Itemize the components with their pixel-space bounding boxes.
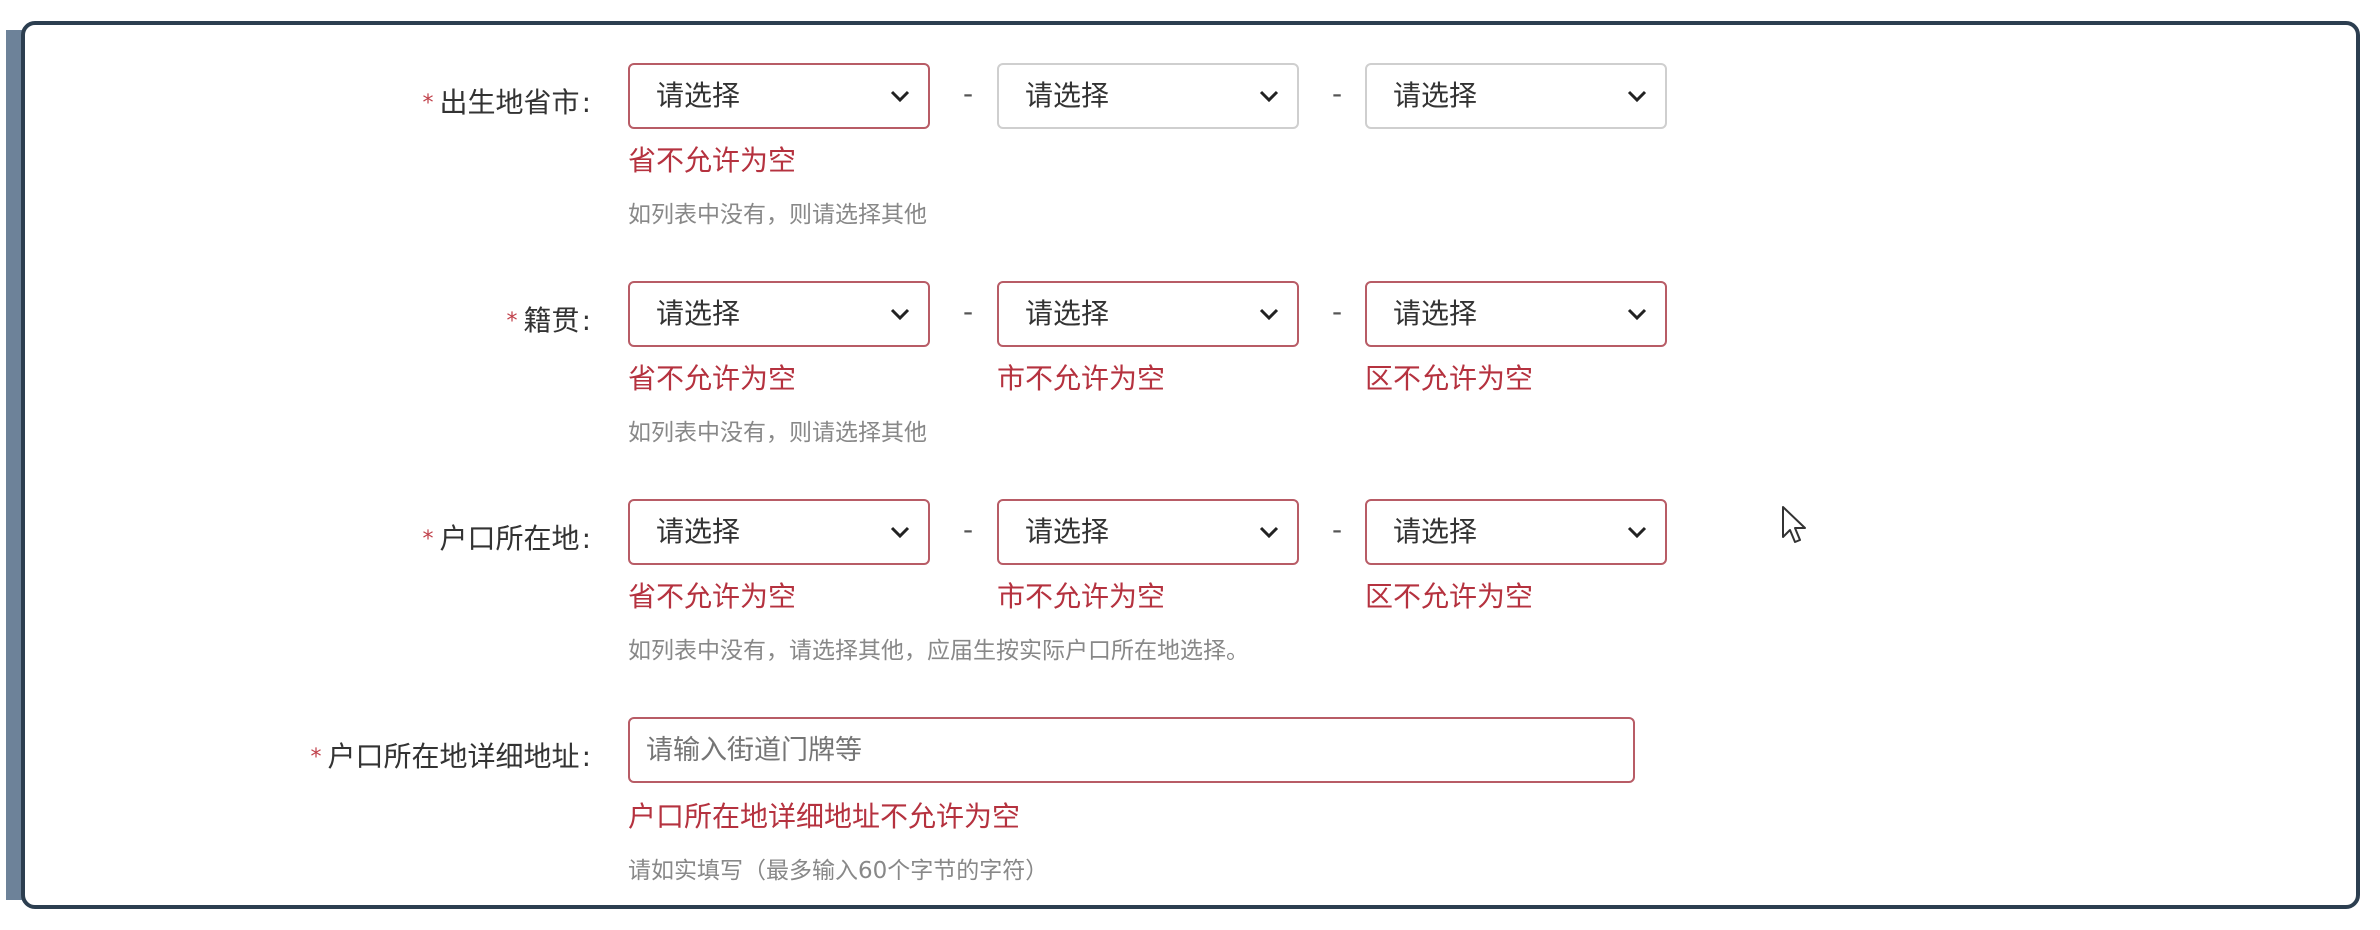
label-colon: :	[581, 304, 591, 337]
hukou-label-text: 户口所在地	[439, 522, 580, 555]
select-value: 请选择	[1025, 79, 1110, 112]
label-colon: :	[581, 86, 591, 119]
native-province-select[interactable]: 请选择	[628, 281, 930, 347]
city-error: 市不允许为空	[997, 580, 1166, 613]
chevron-down-icon	[1259, 308, 1279, 321]
native-place-hint: 如列表中没有，则请选择其他	[628, 420, 927, 446]
hukou-address-error: 户口所在地详细地址不允许为空	[628, 800, 1021, 833]
required-mark: *	[310, 745, 322, 770]
birthplace-district-select[interactable]: 请选择	[1365, 63, 1667, 129]
birthplace-label: * 出生地省市:	[423, 81, 591, 121]
chevron-down-icon	[1627, 308, 1647, 321]
required-mark: *	[506, 309, 518, 334]
chevron-down-icon	[1627, 90, 1647, 103]
chevron-down-icon	[890, 526, 910, 539]
label-colon: :	[581, 740, 591, 773]
hukou-label: * 户口所在地:	[423, 517, 591, 557]
mouse-pointer-icon	[1782, 506, 1806, 543]
chevron-down-icon	[890, 90, 910, 103]
district-error: 区不允许为空	[1365, 362, 1534, 395]
birthplace-label-text: 出生地省市	[439, 86, 580, 119]
separator-dash: -	[1332, 77, 1343, 110]
chevron-down-icon	[1259, 90, 1279, 103]
chevron-down-icon	[1259, 526, 1279, 539]
chevron-down-icon	[1627, 526, 1647, 539]
district-error: 区不允许为空	[1365, 580, 1534, 613]
native-city-select[interactable]: 请选择	[997, 281, 1299, 347]
separator-dash: -	[963, 513, 974, 546]
native-district-select[interactable]: 请选择	[1365, 281, 1667, 347]
separator-dash: -	[1332, 295, 1343, 328]
select-value: 请选择	[656, 515, 741, 548]
hukou-hint: 如列表中没有，请选择其他，应届生按实际户口所在地选择。	[628, 638, 1249, 664]
chevron-down-icon	[890, 308, 910, 321]
select-value: 请选择	[656, 297, 741, 330]
birthplace-hint: 如列表中没有，则请选择其他	[628, 202, 927, 228]
hukou-address-label: * 户口所在地详细地址:	[311, 735, 591, 775]
province-error: 省不允许为空	[628, 362, 797, 395]
select-value: 请选择	[1393, 79, 1478, 112]
province-error: 省不允许为空	[628, 580, 797, 613]
city-error: 市不允许为空	[997, 362, 1166, 395]
required-mark: *	[422, 91, 434, 116]
hukou-address-label-text: 户口所在地详细地址	[327, 740, 580, 773]
hukou-province-select[interactable]: 请选择	[628, 499, 930, 565]
hukou-city-select[interactable]: 请选择	[997, 499, 1299, 565]
separator-dash: -	[963, 77, 974, 110]
required-mark: *	[422, 527, 434, 552]
select-value: 请选择	[1025, 515, 1110, 548]
select-value: 请选择	[656, 79, 741, 112]
native-place-label: * 籍贯:	[507, 299, 591, 339]
birthplace-province-select[interactable]: 请选择	[628, 63, 930, 129]
label-colon: :	[581, 522, 591, 555]
birthplace-city-select[interactable]: 请选择	[997, 63, 1299, 129]
hukou-district-select[interactable]: 请选择	[1365, 499, 1667, 565]
left-accent-bar	[6, 30, 22, 900]
hukou-address-hint: 请如实填写（最多输入60个字节的字符）	[628, 858, 1049, 884]
separator-dash: -	[963, 295, 974, 328]
separator-dash: -	[1332, 513, 1343, 546]
select-value: 请选择	[1393, 515, 1478, 548]
province-error: 省不允许为空	[628, 144, 797, 177]
form-panel: * 出生地省市: 请选择 - 请选择 - 请选择 省不允许为空 如列表中没有，则请…	[21, 21, 2360, 909]
native-place-label-text: 籍贯	[523, 304, 580, 337]
select-value: 请选择	[1393, 297, 1478, 330]
select-value: 请选择	[1025, 297, 1110, 330]
hukou-address-input[interactable]	[628, 717, 1635, 783]
